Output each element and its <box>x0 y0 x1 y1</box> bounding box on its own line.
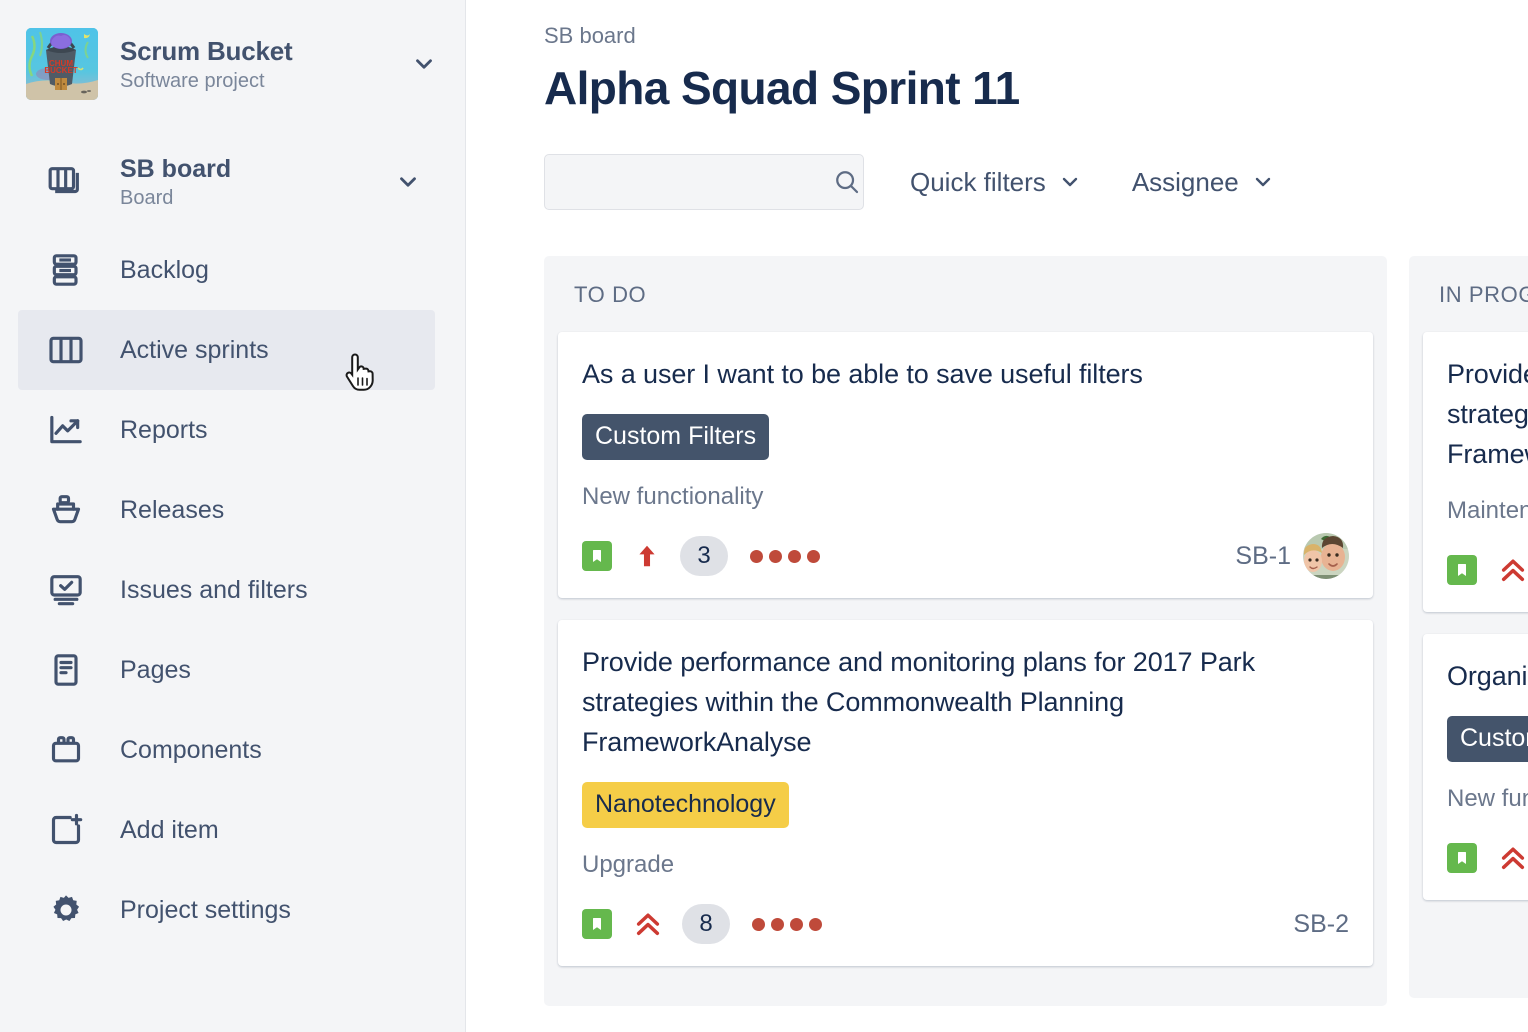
main-content: SB board Alpha Squad Sprint 11 Quick fil… <box>466 0 1528 1032</box>
issue-epic-label: New functionality <box>582 482 1349 512</box>
sidebar-item-label: Releases <box>120 495 224 525</box>
issue-card[interactable]: Provide performance and monitoring plans… <box>558 620 1373 966</box>
sidebar-item-label: SB board <box>120 154 231 184</box>
sidebar-item-sublabel: Board <box>120 185 231 211</box>
sidebar-item-reports[interactable]: Reports <box>18 390 435 470</box>
sidebar-item-active-sprints[interactable]: Active sprints <box>18 310 435 390</box>
story-points-badge: 8 <box>682 904 730 944</box>
chevron-down-icon[interactable] <box>409 49 439 79</box>
priority-highest-double-chevron-up-icon <box>1499 555 1527 585</box>
issue-card[interactable]: Provide performance and monitoring plans… <box>1423 332 1528 612</box>
priority-highest-double-chevron-up-icon <box>1499 843 1527 873</box>
issue-card[interactable]: Organise and deliver innovative solution… <box>1423 634 1528 900</box>
story-bookmark-icon <box>582 541 612 571</box>
column-title: TO DO <box>558 282 1373 308</box>
sidebar-item-label: Add item <box>120 815 219 845</box>
sidebar-item-issues-and-filters[interactable]: Issues and filters <box>18 550 435 630</box>
story-points-badge: 3 <box>680 536 728 576</box>
project-type: Software project <box>120 68 403 94</box>
board-column-todo: TO DO As a user I want to be able to sav… <box>544 256 1387 1006</box>
sidebar-item-pages[interactable]: Pages <box>18 630 435 710</box>
issue-epic-label: Upgrade <box>582 850 1349 880</box>
column-title: IN PROGRESS <box>1423 282 1528 308</box>
chart-trend-icon <box>46 410 86 450</box>
board-column-in-progress: IN PROGRESS Provide performance and moni… <box>1409 256 1528 998</box>
story-bookmark-icon <box>1447 843 1477 873</box>
ship-icon <box>46 490 86 530</box>
backlog-stack-icon <box>46 250 86 290</box>
components-box-icon <box>46 730 86 770</box>
chevron-down-icon <box>1251 170 1275 194</box>
epic-chip[interactable]: Custom Filters <box>1447 716 1528 762</box>
chevron-down-icon[interactable] <box>393 167 423 197</box>
breadcrumb[interactable]: SB board <box>544 22 1528 50</box>
card-progress-dots <box>752 918 822 931</box>
page-document-icon <box>46 650 86 690</box>
project-avatar: CHUM BUCKET <box>26 28 98 100</box>
sidebar-item-releases[interactable]: Releases <box>18 470 435 550</box>
search-icon[interactable] <box>832 167 862 197</box>
quick-filters-label: Quick filters <box>910 167 1046 198</box>
project-name: Scrum Bucket <box>120 35 403 67</box>
sidebar-item-label: Issues and filters <box>120 575 308 605</box>
board-toolbar: Quick filters Assignee <box>544 154 1528 210</box>
user-photo-avatar[interactable] <box>1303 533 1349 579</box>
add-item-plus-icon <box>46 810 86 850</box>
issue-epic-label: New functionality <box>1447 784 1528 814</box>
story-bookmark-icon <box>582 909 612 939</box>
sidebar-item-add-item[interactable]: Add item <box>18 790 435 870</box>
sidebar-item-label: Pages <box>120 655 191 685</box>
search-box[interactable] <box>544 154 864 210</box>
sidebar-item-label: Reports <box>120 415 208 445</box>
sidebar-item-label: Components <box>120 735 262 765</box>
board-columns-icon <box>46 330 86 370</box>
assignee-dropdown[interactable]: Assignee <box>1128 161 1279 204</box>
assignee-label: Assignee <box>1132 167 1239 198</box>
sidebar-item-backlog[interactable]: Backlog <box>18 230 435 310</box>
priority-high-arrow-up-icon <box>634 541 660 571</box>
chevron-down-icon <box>1058 170 1082 194</box>
epic-chip[interactable]: Nanotechnology <box>582 782 789 828</box>
sidebar-item-label: Active sprints <box>120 335 269 365</box>
issue-card-footer <box>1447 548 1528 592</box>
issue-title: As a user I want to be able to save usef… <box>582 354 1349 394</box>
gear-icon <box>46 890 86 930</box>
board-columns: TO DO As a user I want to be able to sav… <box>544 256 1528 1006</box>
issue-card-footer <box>1447 836 1528 880</box>
quick-filters-dropdown[interactable]: Quick filters <box>906 161 1086 204</box>
issue-card-footer: 3 SB-1 <box>582 534 1349 578</box>
app-root: CHUM BUCKET Scrum Bucket Software projec… <box>0 0 1528 1032</box>
issue-title: Provide performance and monitoring plans… <box>1447 354 1528 474</box>
project-header[interactable]: CHUM BUCKET Scrum Bucket Software projec… <box>0 22 465 106</box>
sidebar-item-sb-board[interactable]: SB board Board <box>18 140 435 224</box>
sidebar-item-label: Project settings <box>120 895 291 925</box>
story-bookmark-icon <box>1447 555 1477 585</box>
board-columns-icon <box>46 162 86 202</box>
svg-text:BUCKET: BUCKET <box>44 66 77 75</box>
sidebar-item-label: Backlog <box>120 255 209 285</box>
card-progress-dots <box>750 550 820 563</box>
sidebar-item-components[interactable]: Components <box>18 710 435 790</box>
sidebar-item-project-settings[interactable]: Project settings <box>18 870 435 950</box>
issue-key[interactable]: SB-1 <box>1235 542 1291 571</box>
search-input[interactable] <box>561 155 832 209</box>
issue-title: Organise and deliver innovative solution… <box>1447 656 1528 696</box>
sidebar-nav: SB board Board Backlog <box>0 140 465 950</box>
issue-key[interactable]: SB-2 <box>1293 910 1349 939</box>
issue-epic-label: Maintenance <box>1447 496 1528 526</box>
priority-highest-double-chevron-up-icon <box>634 909 662 939</box>
issues-check-icon <box>46 570 86 610</box>
page-title: Alpha Squad Sprint 11 <box>544 60 1528 116</box>
project-sidebar: CHUM BUCKET Scrum Bucket Software projec… <box>0 0 466 1032</box>
issue-card-footer: 8 SB-2 <box>582 902 1349 946</box>
issue-title: Provide performance and monitoring plans… <box>582 642 1349 762</box>
epic-chip[interactable]: Custom Filters <box>582 414 769 460</box>
issue-card[interactable]: As a user I want to be able to save usef… <box>558 332 1373 598</box>
